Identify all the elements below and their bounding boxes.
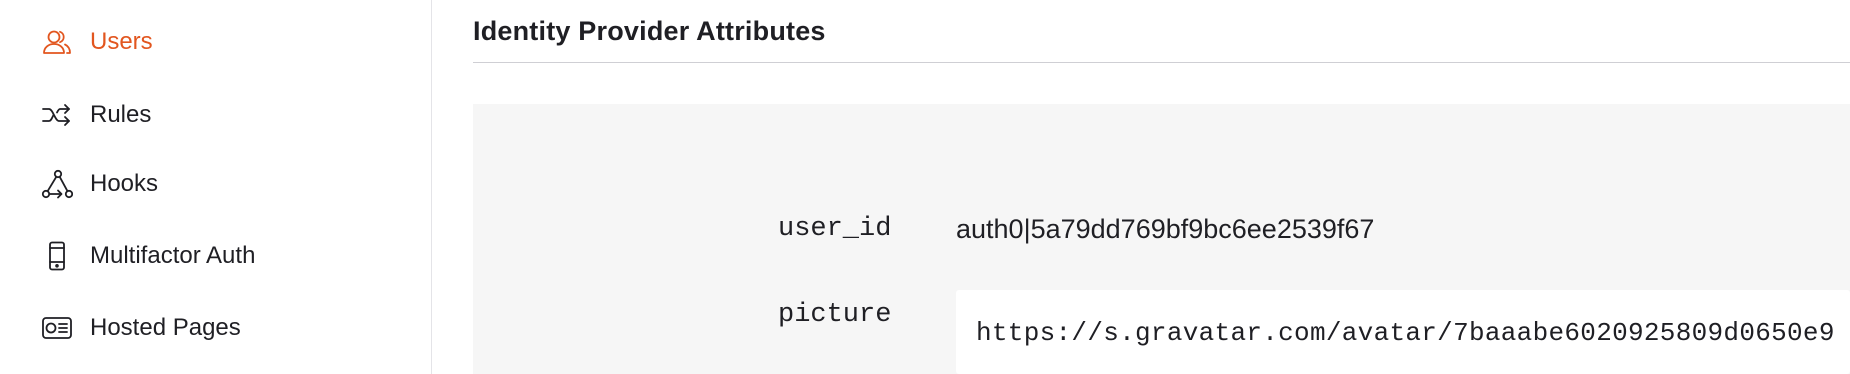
attribute-value-user-id: auth0|5a79dd769bf9bc6ee2539f67 <box>956 214 1375 244</box>
sidebar-item-label: Users <box>90 28 153 55</box>
id-card-icon <box>40 311 74 345</box>
sidebar-item-label: Hooks <box>90 170 159 197</box>
main-content: Identity Provider Attributes user_id aut… <box>433 0 1850 374</box>
section-title: Identity Provider Attributes <box>473 16 826 46</box>
sidebar: Users Rules Hooks Multifactor Auth Hoste… <box>0 0 432 374</box>
sidebar-item-hooks[interactable]: Hooks <box>40 164 158 204</box>
hooks-icon <box>40 167 74 201</box>
attribute-value-picture: https://s.gravatar.com/avatar/7baaabe602… <box>956 290 1850 374</box>
users-icon <box>40 25 74 59</box>
picture-url-text: https://s.gravatar.com/avatar/7baaabe602… <box>976 318 1835 348</box>
sidebar-item-label: Rules <box>90 101 152 128</box>
attribute-key-picture: picture <box>778 300 892 330</box>
attribute-key-user-id: user_id <box>778 214 892 244</box>
sidebar-item-hosted-pages[interactable]: Hosted Pages <box>40 308 241 348</box>
attributes-panel: user_id auth0|5a79dd769bf9bc6ee2539f67 p… <box>473 104 1850 374</box>
sidebar-item-multifactor-auth[interactable]: Multifactor Auth <box>40 236 255 276</box>
section-divider <box>473 62 1850 63</box>
app-window: Users Rules Hooks Multifactor Auth Hoste… <box>0 0 1850 374</box>
sidebar-item-label: Hosted Pages <box>90 314 241 341</box>
sidebar-item-label: Multifactor Auth <box>90 242 256 269</box>
shuffle-icon <box>40 98 74 132</box>
sidebar-item-users[interactable]: Users <box>40 22 153 62</box>
sidebar-item-rules[interactable]: Rules <box>40 95 151 135</box>
mobile-phone-icon <box>40 239 74 273</box>
